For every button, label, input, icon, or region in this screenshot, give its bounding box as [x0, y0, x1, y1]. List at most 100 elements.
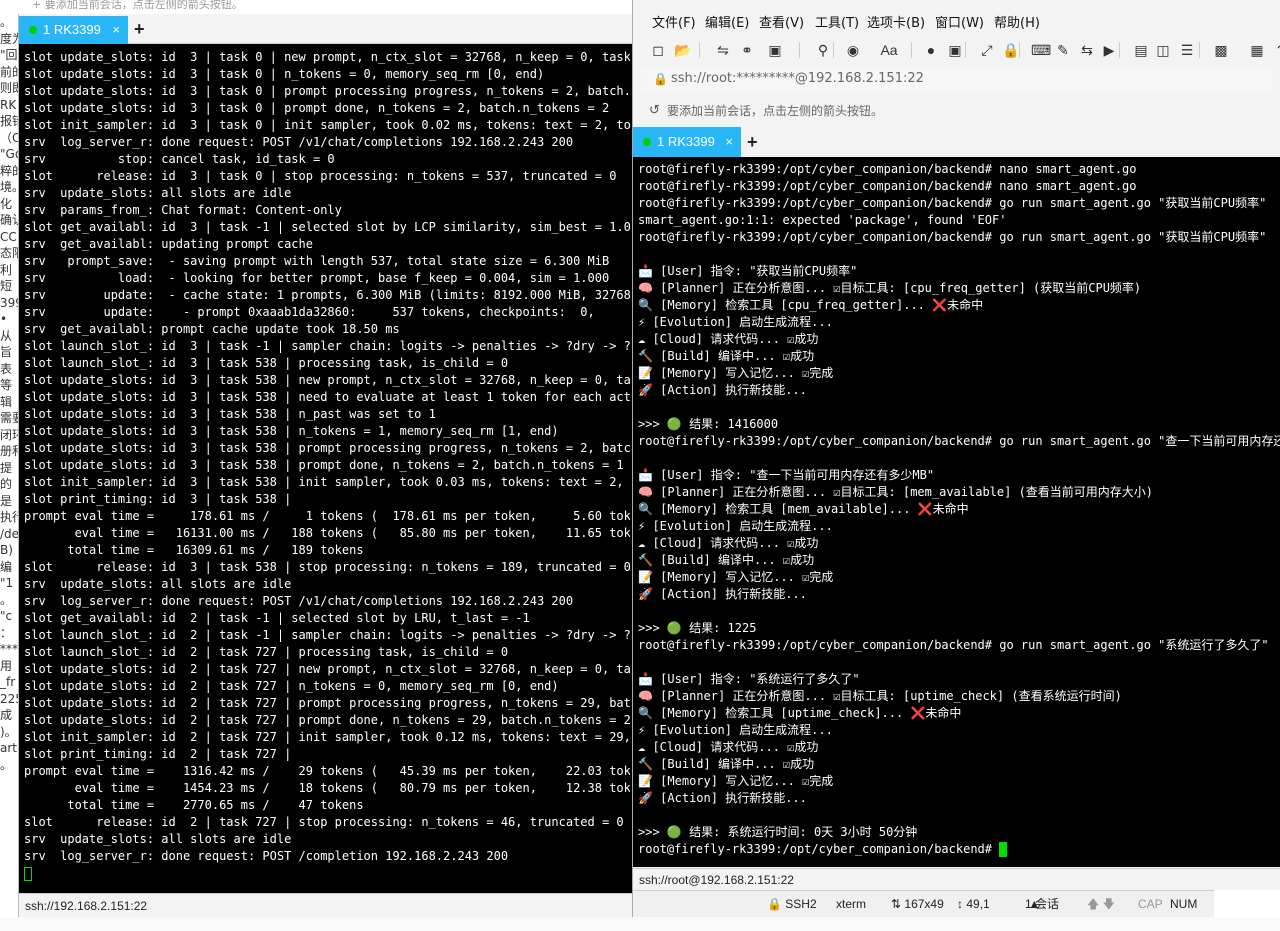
- terminal-line: srv update: - prompt 0xaaab1da32860: 537…: [24, 305, 630, 319]
- terminal-line: eval time = 16131.00 ms / 188 tokens ( 8…: [24, 526, 630, 540]
- background-fragment: 等: [0, 378, 13, 392]
- terminal-line: 📝 [Memory] 写入记忆... ☑完成: [638, 774, 834, 788]
- transfer-icon[interactable]: ⇆: [1077, 40, 1097, 60]
- terminal-line: 📩 [User] 指令: "获取当前CPU频率": [638, 264, 858, 278]
- terminal-line: slot get_availabl: id 2 | task -1 | sele…: [24, 611, 530, 625]
- session-address-bar[interactable]: 🔒 ssh://root:*********@192.168.2.151:22: [641, 66, 1273, 92]
- terminal-line: slot update_slots: id 3 | task 0 | n_tok…: [24, 67, 545, 81]
- tab-split-icon[interactable]: ▩: [1211, 40, 1231, 60]
- globe-icon[interactable]: ◉: [843, 40, 863, 60]
- menu-item[interactable]: 选项卡(B): [867, 12, 925, 31]
- background-fragment: （C: [0, 130, 20, 145]
- menu-item[interactable]: 工具(T): [815, 12, 859, 31]
- toolbar-separator: [1119, 42, 1120, 58]
- add-session-icon[interactable]: ↺: [649, 98, 660, 124]
- menu-item[interactable]: 文件(F): [652, 12, 696, 31]
- terminal-line: slot update_slots: id 3 | task 0 | new p…: [24, 50, 630, 64]
- background-fragment: 执行: [0, 510, 20, 524]
- background-fragment: /de: [0, 526, 20, 541]
- background-fragment: ：: [0, 625, 13, 640]
- background-fragment: 从: [0, 328, 13, 343]
- highlight-icon[interactable]: ▶: [1099, 40, 1119, 60]
- terminal-line: >>> 🟢 结果: 1416000: [638, 417, 779, 431]
- background-fragment: 。: [0, 15, 13, 29]
- reconnect-icon[interactable]: ⇋: [713, 40, 733, 60]
- session-hint: ↺ 要添加当前会话，点击左侧的箭头按钮。: [641, 98, 883, 124]
- toolbar-separator: [1199, 42, 1200, 58]
- left-terminal-output[interactable]: slot update_slots: id 3 | task 0 | new p…: [24, 49, 630, 892]
- background-fragment: RK: [0, 97, 17, 112]
- log-icon[interactable]: ▤: [1131, 40, 1151, 60]
- menu-item[interactable]: 帮助(H): [994, 12, 1040, 31]
- right-terminal-output[interactable]: root@firefly-rk3399:/opt/cyber_companion…: [633, 157, 1280, 867]
- new-tab-button[interactable]: +: [747, 129, 758, 155]
- right-tab-bar: 1 RK3399 × +: [633, 127, 1280, 157]
- terminal-line: srv params_from_: Chat format: Content-o…: [24, 203, 342, 217]
- open-folder-icon[interactable]: 📂: [673, 40, 693, 60]
- session-count-status[interactable]: 1 会话 ▲: [1025, 891, 1059, 918]
- terminal-line: srv update_slots: all slots are idle: [24, 832, 292, 846]
- background-fragment: art: [0, 741, 17, 755]
- terminal-line: srv get_availabl: updating prompt cache: [24, 237, 313, 251]
- tab-rk3399-right[interactable]: 1 RK3399 ×: [633, 127, 741, 157]
- terminal-line: 📩 [User] 指令: "查一下当前可用内存还有多少MB": [638, 468, 935, 482]
- menu-item[interactable]: 查看(V): [759, 12, 804, 31]
- script-icon[interactable]: ▣: [945, 40, 965, 60]
- scroll-arrows-icon[interactable]: 🡅 🡇: [1087, 891, 1115, 918]
- color-scheme-icon[interactable]: ●: [921, 40, 941, 60]
- tab-rk3399-left[interactable]: 1 RK3399 ×: [19, 16, 128, 44]
- tab-close-icon[interactable]: ×: [112, 16, 120, 44]
- background-fragment: 闭环: [0, 427, 20, 442]
- toolbar-separator: [911, 42, 912, 58]
- menu-item[interactable]: 编辑(E): [705, 12, 749, 31]
- background-fragment: 。: [0, 757, 13, 772]
- terminal-line: smart_agent.go:1:1: expected 'package', …: [638, 213, 1007, 227]
- layout-icon[interactable]: ▦: [1247, 40, 1267, 60]
- terminal-line: slot get_availabl: id 3 | task -1 | sele…: [24, 220, 630, 234]
- fullscreen-icon[interactable]: ⤢: [977, 40, 997, 60]
- new-session-icon[interactable]: ◻: [648, 40, 668, 60]
- left-terminal-window: 1 RK3399 × + slot update_slots: id 3 | t…: [18, 14, 632, 917]
- terminal-line: slot launch_slot_: id 2 | task -1 | samp…: [24, 628, 630, 642]
- terminal-line: slot release: id 3 | task 0 | stop proce…: [24, 169, 617, 183]
- tab-label: 1 RK3399: [657, 134, 715, 149]
- terminal-line: srv update: - cache state: 1 prompts, 6.…: [24, 288, 630, 302]
- lock-toolbar-icon[interactable]: 🔒: [1001, 40, 1021, 60]
- terminal-line: slot update_slots: id 2 | task 727 | pro…: [24, 696, 630, 710]
- copy-icon[interactable]: ◫: [1153, 40, 1173, 60]
- menu-item[interactable]: 窗口(W): [935, 12, 984, 31]
- tab-close-icon[interactable]: ×: [725, 127, 733, 157]
- toolbar-separator: [799, 42, 800, 58]
- help-icon[interactable]: ?: [1271, 40, 1280, 60]
- new-tab-button[interactable]: +: [134, 16, 145, 42]
- terminal-line: 🔨 [Build] 编译中... ☑成功: [638, 349, 815, 363]
- background-fragment: •: [0, 312, 8, 326]
- background-fragment: 粹的: [0, 163, 20, 178]
- right-connection-status: ssh://root@192.168.2.151:22: [639, 873, 794, 887]
- terminal-line: srv update_slots: all slots are idle: [24, 577, 292, 591]
- terminal-line: slot update_slots: id 2 | task 727 | new…: [24, 662, 630, 676]
- compose-icon[interactable]: ✎: [1053, 40, 1073, 60]
- terminal-line: 🧠 [Planner] 正在分析意图... ☑目标工具: [cpu_freq_g…: [638, 281, 1142, 295]
- background-fragment: 则即: [0, 81, 20, 95]
- background-fragment: 成: [0, 708, 13, 722]
- background-fragment: _fr: [0, 675, 16, 689]
- background-fragment: 报错: [0, 114, 20, 128]
- font-icon[interactable]: Aa: [879, 40, 899, 60]
- keyboard-icon[interactable]: ⌨: [1031, 40, 1051, 60]
- terminal-line: 🔍 [Memory] 检索工具 [cpu_freq_getter]... ❌未命…: [638, 298, 984, 312]
- terminal-line: slot update_slots: id 3 | task 538 | pro…: [24, 441, 630, 455]
- disconnect-icon[interactable]: ⚭: [737, 40, 757, 60]
- terminal-line: slot update_slots: id 3 | task 0 | promp…: [24, 101, 610, 115]
- terminal-line: 🚀 [Action] 执行新技能...: [638, 383, 807, 397]
- left-connection-status: ssh://192.168.2.151:22: [25, 899, 148, 913]
- menu-bar: 文件(F) 编辑(E) 查看(V) 工具(T) 选项卡(B) 窗口(W) 帮助(H): [633, 0, 1280, 38]
- window-icon[interactable]: ▣: [765, 40, 785, 60]
- notes-icon[interactable]: ☰: [1177, 40, 1197, 60]
- background-fragment: 编: [0, 559, 13, 574]
- background-fragment: 辑: [0, 394, 13, 409]
- background-fragment: 表: [0, 361, 13, 376]
- terminal-line: 📩 [User] 指令: "系统运行了多久了": [638, 672, 860, 686]
- search-icon[interactable]: ⚲: [813, 40, 833, 60]
